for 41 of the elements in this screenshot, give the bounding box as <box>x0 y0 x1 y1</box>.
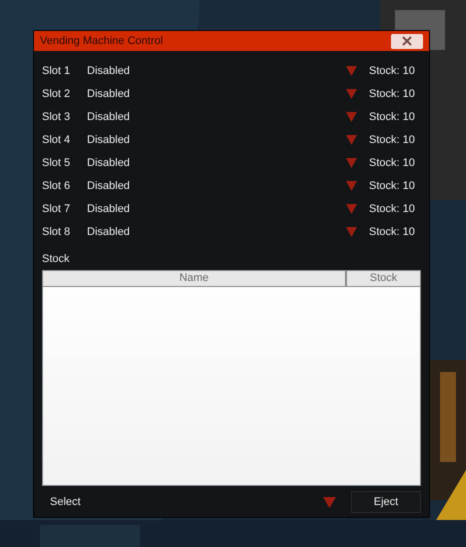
select-label: Select <box>50 496 82 508</box>
slot-status: Disabled <box>87 64 131 76</box>
caret-icon[interactable] <box>346 112 357 122</box>
slot-stock: Stock: 10 <box>369 64 416 76</box>
caret-icon[interactable] <box>323 496 336 508</box>
caret-icon[interactable] <box>346 226 357 236</box>
close-icon <box>402 36 412 46</box>
slot-label: Slot 6 <box>42 180 72 192</box>
slot-stock: Stock: 10 <box>369 202 416 214</box>
caret-icon[interactable] <box>346 134 357 144</box>
slot-stock: Stock: 10 <box>369 88 416 100</box>
caret-icon[interactable] <box>346 180 357 190</box>
close-button[interactable] <box>391 34 423 48</box>
slot-label: Slot 8 <box>42 226 72 238</box>
column-header[interactable]: Name <box>43 271 347 286</box>
slot-status: Disabled <box>87 110 131 122</box>
slot-label: Slot 7 <box>42 202 72 214</box>
slot-status: Disabled <box>87 202 131 214</box>
slot-stock: Stock: 10 <box>369 156 416 168</box>
caret-icon[interactable] <box>346 158 357 168</box>
slot-stock: Stock: 10 <box>369 180 416 192</box>
caret-icon[interactable] <box>346 66 357 76</box>
slot-stock: Stock: 10 <box>369 226 416 238</box>
slot-status: Disabled <box>87 134 131 146</box>
slot-status: Disabled <box>87 180 131 192</box>
eject-button[interactable]: Eject <box>351 491 421 513</box>
slot-label: Slot 5 <box>42 156 72 168</box>
slot-label: Slot 1 <box>42 64 72 76</box>
window-title: Vending Machine Control <box>40 35 163 47</box>
slot-stock: Stock: 10 <box>369 110 416 122</box>
slot-label: Slot 3 <box>42 110 72 122</box>
slot-status: Disabled <box>87 88 131 100</box>
caret-icon[interactable] <box>346 204 357 214</box>
slot-status: Disabled <box>87 226 131 238</box>
section-label: Stock <box>42 253 71 265</box>
slot-status: Disabled <box>87 156 131 168</box>
slot-label: Slot 4 <box>42 134 72 146</box>
caret-icon[interactable] <box>346 88 357 98</box>
slot-stock: Stock: 10 <box>369 134 416 146</box>
column-header[interactable]: Stock <box>347 271 420 286</box>
slot-label: Slot 2 <box>42 88 72 100</box>
